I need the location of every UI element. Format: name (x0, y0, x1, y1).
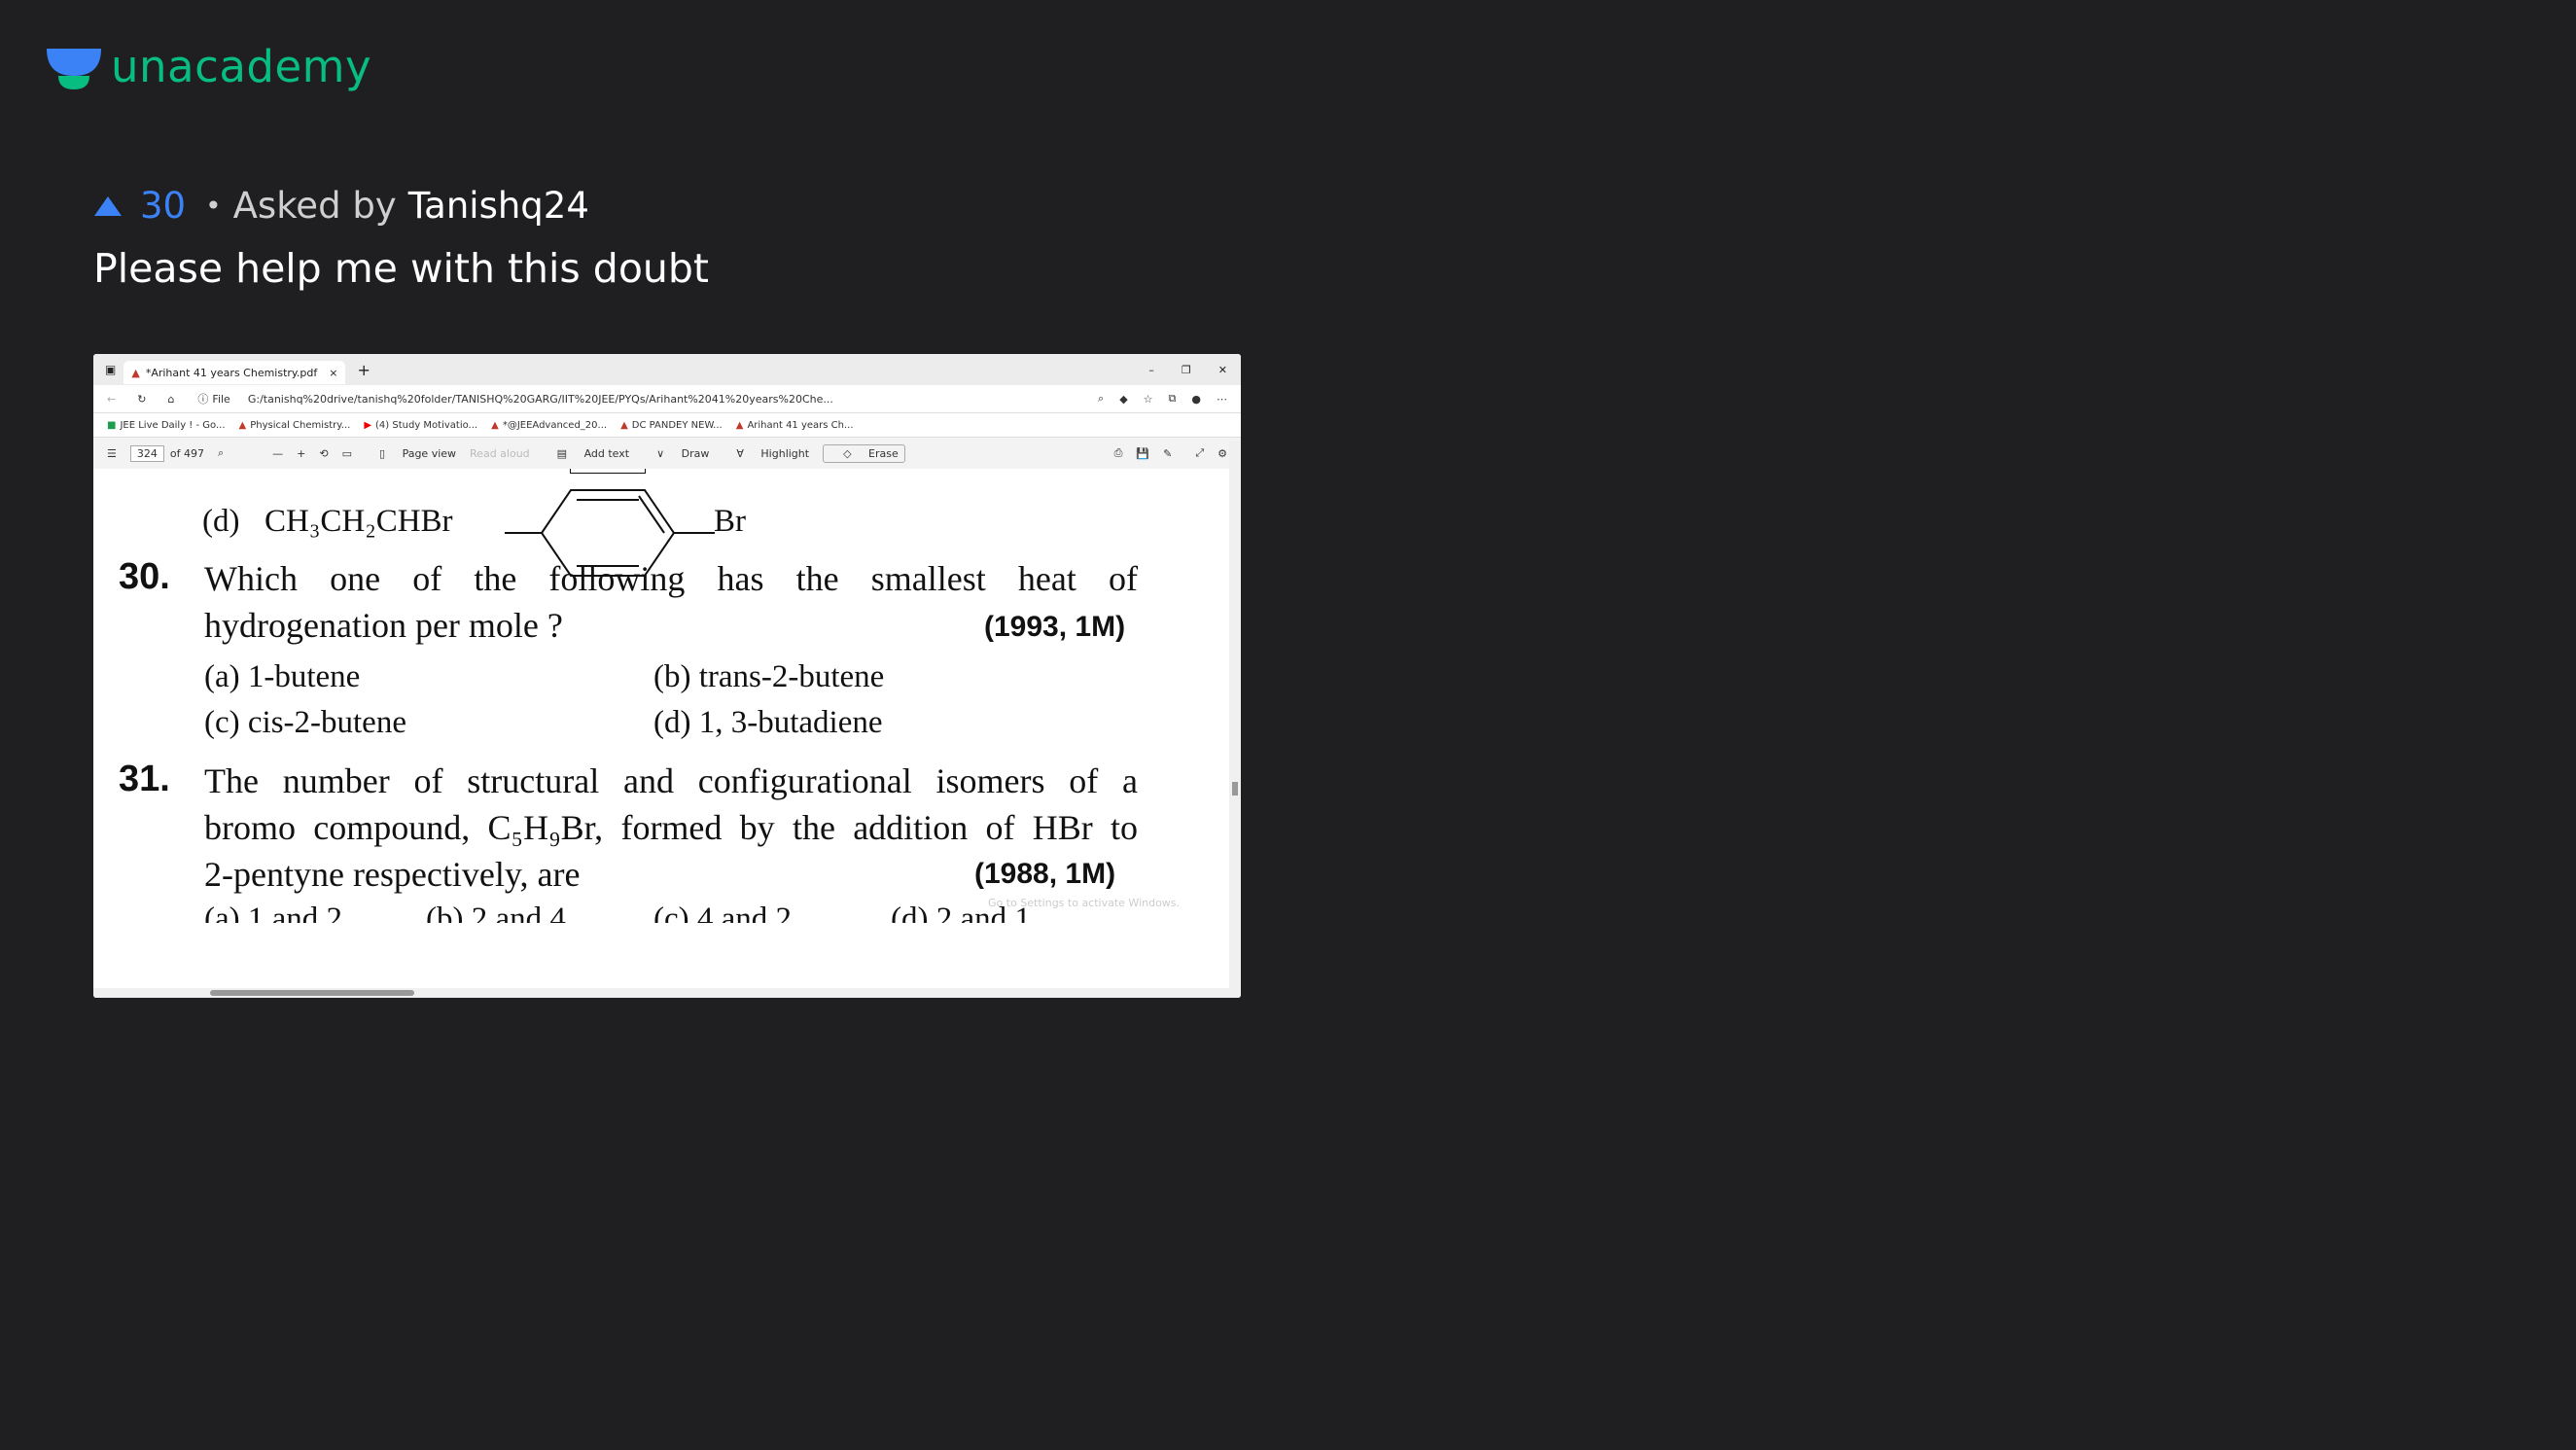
highlight-icon: ∀ (736, 446, 744, 460)
browser-tab-bar: ▣ ▲ *Arihant 41 years Chemistry.pdf × + … (93, 354, 1241, 385)
q31-option-a: (a) 1 and 2 (204, 902, 343, 923)
favorite-item[interactable]: ■ JEE Live Daily ! - Go... (107, 420, 226, 431)
asked-by-label: Asked by (232, 185, 397, 227)
browser-tab[interactable]: ▲ *Arihant 41 years Chemistry.pdf × (124, 361, 346, 384)
option-d-label: (d) (202, 504, 240, 539)
draw-button[interactable]: ∨ Draw (643, 447, 709, 460)
doubt-question: Please help me with this doubt (93, 245, 709, 292)
upvote-icon[interactable] (93, 195, 123, 218)
q30-line1: Which one of the following has the small… (204, 559, 1138, 598)
pdf-toolbar: ☰ 324 of 497 ⌕ — + ⟲ ▭ ▯ Page view Read … (93, 437, 1241, 470)
close-window-icon[interactable]: ✕ (1218, 364, 1227, 376)
page-number-input[interactable]: 324 (129, 444, 164, 462)
page-view-icon: ▯ (379, 446, 386, 460)
fit-page-icon[interactable]: ▭ (342, 447, 352, 460)
windows-watermark: Go to Settings to activate Windows. (988, 897, 1181, 909)
home-icon[interactable]: ⌂ (167, 393, 174, 406)
file-label: File (212, 392, 230, 406)
search-icon[interactable]: ⌕ (218, 446, 224, 460)
collections-icon[interactable]: ⧉ (1169, 392, 1177, 406)
q30-ref: (1993, 1M) (984, 611, 1126, 643)
q31-ref: (1988, 1M) (974, 858, 1116, 890)
settings-icon[interactable]: ⚙ (1217, 447, 1227, 460)
draw-icon: ∨ (656, 446, 665, 460)
q31-line1: The number of structural and configurati… (204, 761, 1138, 800)
highlight-button[interactable]: ∀ Highlight (723, 447, 809, 460)
add-text-icon: ▤ (556, 446, 568, 460)
print-icon[interactable]: ⎙ (1114, 446, 1123, 460)
q30-number: 30. (119, 556, 170, 597)
url-field[interactable]: G:/tanishq%20drive/tanishq%20folder/TANI… (248, 393, 833, 406)
zoom-icon[interactable]: ⌕ (1098, 392, 1104, 406)
favorites-icon[interactable]: ☆ (1144, 393, 1153, 406)
more-menu-icon[interactable]: ⋯ (1217, 393, 1227, 406)
erase-button[interactable]: ◇ Erase (823, 443, 905, 463)
erase-icon: ◇ (843, 446, 852, 460)
q31-number: 31. (119, 759, 170, 799)
q30-option-a: (a) 1-butene (204, 659, 361, 694)
zoom-in-button[interactable]: + (297, 447, 305, 460)
fullscreen-icon[interactable]: ⤢ (1195, 446, 1204, 460)
tab-title: *Arihant 41 years Chemistry.pdf (145, 366, 318, 379)
favorite-item[interactable]: ▲ Arihant 41 years Ch... (736, 420, 854, 431)
author-name[interactable]: Tanishq24 (408, 185, 589, 227)
back-icon[interactable]: ← (107, 393, 116, 406)
info-icon: ⓘ (197, 393, 209, 406)
address-bar-row: ← ↻ ⌂ ⓘ File G:/tanishq%20drive/tanishq%… (93, 385, 1241, 413)
pdf-page: (d) CH₃CH₂CHBr Br 30. Which one of the f… (93, 469, 1229, 984)
profile-avatar[interactable]: ● (1191, 393, 1201, 406)
favorite-item[interactable]: ▲ Physical Chemistry... (239, 420, 351, 431)
q30-line2: hydrogenation per mole ? (204, 606, 563, 645)
new-tab-button[interactable]: + (357, 361, 370, 379)
add-text-button[interactable]: ▤ Add text (544, 447, 629, 460)
unacademy-logo[interactable]: unacademy (45, 41, 371, 92)
vertical-scrollbar[interactable] (1229, 442, 1241, 998)
favorite-item[interactable]: ▶ (4) Study Motivatio... (364, 420, 477, 431)
q31-option-b: (b) 2 and 4 (426, 902, 566, 923)
favorite-item[interactable]: ▲ DC PANDEY NEW... (620, 420, 723, 431)
separator-dot: • (205, 190, 222, 222)
save-icon[interactable]: 💾 (1136, 447, 1149, 460)
save-as-icon[interactable]: ✎ (1163, 447, 1172, 460)
q31-option-c: (c) 4 and 2 (653, 902, 793, 923)
favorites-bar: ■ JEE Live Daily ! - Go... ▲ Physical Chem… (93, 413, 1241, 437)
restore-icon[interactable]: ❐ (1182, 364, 1191, 376)
q31-line2: bromo compound, C₅H₉Br, formed by the ad… (204, 808, 1138, 847)
q30-option-d: (d) 1, 3-butadiene (653, 705, 883, 740)
pdf-icon: ▲ (131, 366, 140, 379)
tab-actions-icon[interactable]: ▣ (105, 363, 116, 376)
upvote-count: 30 (140, 185, 187, 227)
q30-option-c: (c) cis-2-butene (204, 705, 406, 740)
unacademy-logo-icon (47, 48, 101, 89)
read-aloud-button[interactable]: Read aloud (470, 447, 530, 460)
minimize-icon[interactable]: – (1148, 364, 1154, 376)
horizontal-scrollbar[interactable] (93, 988, 1229, 998)
option-d-substituent: Br (714, 504, 746, 539)
zoom-out-button[interactable]: — (272, 447, 283, 460)
contents-icon[interactable]: ☰ (107, 447, 117, 460)
rotate-icon[interactable]: ⟲ (319, 447, 328, 460)
page-view-button[interactable]: ▯ Page view (366, 447, 456, 460)
tab-close-icon[interactable]: × (329, 367, 337, 379)
q31-line3: 2-pentyne respectively, are (204, 855, 581, 894)
page-total: of 497 (169, 446, 204, 460)
extension-icon[interactable]: ◆ (1119, 393, 1127, 406)
favorite-item[interactable]: ▲ *@JEEAdvanced_20... (491, 420, 607, 431)
doubt-meta: 30 • Asked by Tanishq24 (93, 185, 589, 227)
brand-name: unacademy (111, 41, 372, 92)
doubt-attachment-image[interactable]: ▣ ▲ *Arihant 41 years Chemistry.pdf × + … (93, 354, 1241, 998)
refresh-icon[interactable]: ↻ (137, 393, 146, 406)
option-d-formula: CH₃CH₂CHBr (265, 504, 453, 539)
q30-option-b: (b) trans-2-butene (653, 659, 885, 694)
